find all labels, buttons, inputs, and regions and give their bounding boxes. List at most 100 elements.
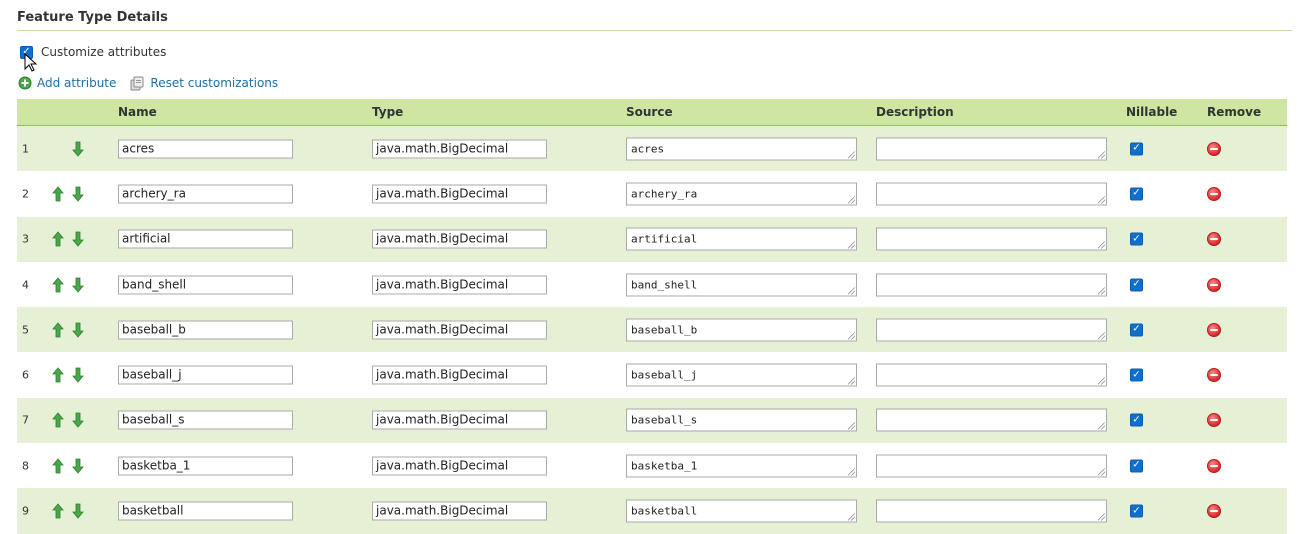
move-up-icon[interactable] bbox=[52, 231, 64, 247]
attribute-type-input[interactable]: java.math.BigDecimal bbox=[372, 184, 547, 204]
move-up-icon[interactable] bbox=[52, 186, 64, 202]
move-down-icon[interactable] bbox=[72, 322, 84, 338]
header-source: Source bbox=[626, 105, 673, 119]
row-number: 3 bbox=[22, 232, 29, 246]
attribute-name-input[interactable]: baseball_s bbox=[118, 410, 293, 430]
attribute-name-input[interactable]: band_shell bbox=[118, 275, 293, 295]
attribute-source-textarea[interactable]: baseball_b bbox=[626, 318, 857, 342]
attribute-name-input[interactable]: baseball_b bbox=[118, 320, 293, 340]
header-type: Type bbox=[372, 105, 404, 119]
attribute-source-textarea[interactable]: baseball_j bbox=[626, 363, 857, 387]
attribute-source-textarea[interactable]: archery_ra bbox=[626, 182, 857, 206]
attribute-name-input[interactable]: artificial bbox=[118, 229, 293, 249]
table-body: 1 acres java.math.BigDecimal acres ✓ 2 archery… bbox=[17, 126, 1287, 534]
header-remove: Remove bbox=[1207, 105, 1262, 119]
attribute-source-textarea[interactable]: acres bbox=[626, 137, 857, 161]
row-number: 5 bbox=[22, 323, 29, 337]
reset-icon bbox=[130, 76, 145, 91]
table-row: 5 baseball_b java.math.BigDecimal baseball_… bbox=[17, 307, 1287, 353]
attribute-source-textarea[interactable]: baseball_s bbox=[626, 408, 857, 432]
move-down-icon[interactable] bbox=[72, 277, 84, 293]
add-attribute-label: Add attribute bbox=[37, 76, 117, 90]
attribute-description-textarea[interactable] bbox=[876, 227, 1107, 251]
nillable-checkbox[interactable]: ✓ bbox=[1130, 187, 1143, 201]
reorder-arrows bbox=[52, 367, 84, 383]
remove-icon[interactable] bbox=[1207, 277, 1221, 292]
move-down-icon[interactable] bbox=[72, 141, 84, 157]
remove-icon[interactable] bbox=[1207, 413, 1221, 428]
attribute-description-textarea[interactable] bbox=[876, 454, 1107, 478]
attribute-name-input[interactable]: archery_ra bbox=[118, 184, 293, 204]
row-number: 1 bbox=[22, 142, 29, 156]
attribute-description-textarea[interactable] bbox=[876, 408, 1107, 432]
attribute-type-input[interactable]: java.math.BigDecimal bbox=[372, 139, 547, 159]
move-down-icon[interactable] bbox=[72, 458, 84, 474]
nillable-checkbox[interactable]: ✓ bbox=[1130, 278, 1143, 292]
remove-icon[interactable] bbox=[1207, 368, 1221, 383]
attribute-name-input[interactable]: basketball bbox=[118, 501, 293, 521]
move-down-icon[interactable] bbox=[72, 186, 84, 202]
move-up-icon[interactable] bbox=[52, 412, 64, 428]
attribute-description-textarea[interactable] bbox=[876, 499, 1107, 523]
row-number: 9 bbox=[22, 504, 29, 518]
nillable-checkbox[interactable]: ✓ bbox=[1130, 368, 1143, 382]
remove-icon[interactable] bbox=[1207, 458, 1221, 473]
nillable-checkbox[interactable]: ✓ bbox=[1130, 142, 1143, 156]
attribute-source-textarea[interactable]: artificial bbox=[626, 227, 857, 251]
remove-icon[interactable] bbox=[1207, 504, 1221, 519]
header-name: Name bbox=[118, 105, 157, 119]
attribute-type-input[interactable]: java.math.BigDecimal bbox=[372, 275, 547, 295]
table-row: 6 baseball_j java.math.BigDecimal baseball_… bbox=[17, 352, 1287, 398]
move-up-icon[interactable] bbox=[52, 367, 64, 383]
row-number: 4 bbox=[22, 278, 29, 292]
reorder-arrows bbox=[52, 503, 84, 519]
attribute-type-input[interactable]: java.math.BigDecimal bbox=[372, 365, 547, 385]
remove-icon[interactable] bbox=[1207, 322, 1221, 337]
move-down-icon[interactable] bbox=[72, 503, 84, 519]
reorder-arrows bbox=[52, 231, 84, 247]
move-up-icon[interactable] bbox=[52, 503, 64, 519]
customize-attributes-label: Customize attributes bbox=[41, 45, 167, 59]
attribute-description-textarea[interactable] bbox=[876, 363, 1107, 387]
section-divider bbox=[17, 30, 1292, 31]
attribute-name-input[interactable]: basketba_1 bbox=[118, 456, 293, 476]
attribute-type-input[interactable]: java.math.BigDecimal bbox=[372, 456, 547, 476]
remove-icon[interactable] bbox=[1207, 186, 1221, 201]
table-row: 8 basketba_1 java.math.BigDecimal basketba_… bbox=[17, 443, 1287, 489]
attribute-type-input[interactable]: java.math.BigDecimal bbox=[372, 229, 547, 249]
attribute-name-input[interactable]: acres bbox=[118, 139, 293, 159]
move-down-icon[interactable] bbox=[72, 412, 84, 429]
nillable-checkbox[interactable]: ✓ bbox=[1130, 413, 1143, 427]
reorder-arrows bbox=[52, 458, 84, 474]
attribute-type-input[interactable]: java.math.BigDecimal bbox=[372, 501, 547, 521]
attribute-description-textarea[interactable] bbox=[876, 318, 1107, 342]
remove-icon[interactable] bbox=[1207, 141, 1221, 156]
move-up-icon[interactable] bbox=[52, 322, 64, 338]
attribute-type-input[interactable]: java.math.BigDecimal bbox=[372, 410, 547, 430]
attribute-name-input[interactable]: baseball_j bbox=[118, 365, 293, 385]
reset-customizations-label: Reset customizations bbox=[150, 76, 279, 90]
attribute-source-textarea[interactable]: basketball bbox=[626, 499, 857, 523]
move-up-icon[interactable] bbox=[52, 276, 64, 293]
attribute-type-input[interactable]: java.math.BigDecimal bbox=[372, 320, 547, 340]
move-down-icon[interactable] bbox=[72, 367, 84, 383]
attribute-source-textarea[interactable]: basketba_1 bbox=[626, 454, 857, 478]
table-row: 7 baseball_s java.math.BigDecimal baseball_… bbox=[17, 397, 1287, 444]
attribute-description-textarea[interactable] bbox=[876, 137, 1107, 161]
attribute-description-textarea[interactable] bbox=[876, 273, 1107, 297]
reorder-arrows bbox=[52, 186, 84, 202]
reorder-arrows bbox=[52, 322, 84, 338]
move-down-icon[interactable] bbox=[72, 231, 84, 247]
customize-attributes[interactable]: ✓ Customize attributes bbox=[20, 44, 166, 60]
attribute-description-textarea[interactable] bbox=[876, 182, 1107, 206]
nillable-checkbox[interactable]: ✓ bbox=[1130, 504, 1143, 518]
nillable-checkbox[interactable]: ✓ bbox=[1130, 459, 1143, 473]
attribute-source-textarea[interactable]: band_shell bbox=[626, 273, 857, 297]
remove-icon[interactable] bbox=[1207, 232, 1221, 247]
add-attribute-link[interactable]: Add attribute bbox=[18, 76, 116, 90]
row-number: 2 bbox=[22, 187, 29, 201]
reset-customizations-link[interactable]: Reset customizations bbox=[130, 76, 278, 91]
nillable-checkbox[interactable]: ✓ bbox=[1130, 232, 1143, 246]
nillable-checkbox[interactable]: ✓ bbox=[1130, 323, 1143, 337]
move-up-icon[interactable] bbox=[52, 458, 64, 474]
